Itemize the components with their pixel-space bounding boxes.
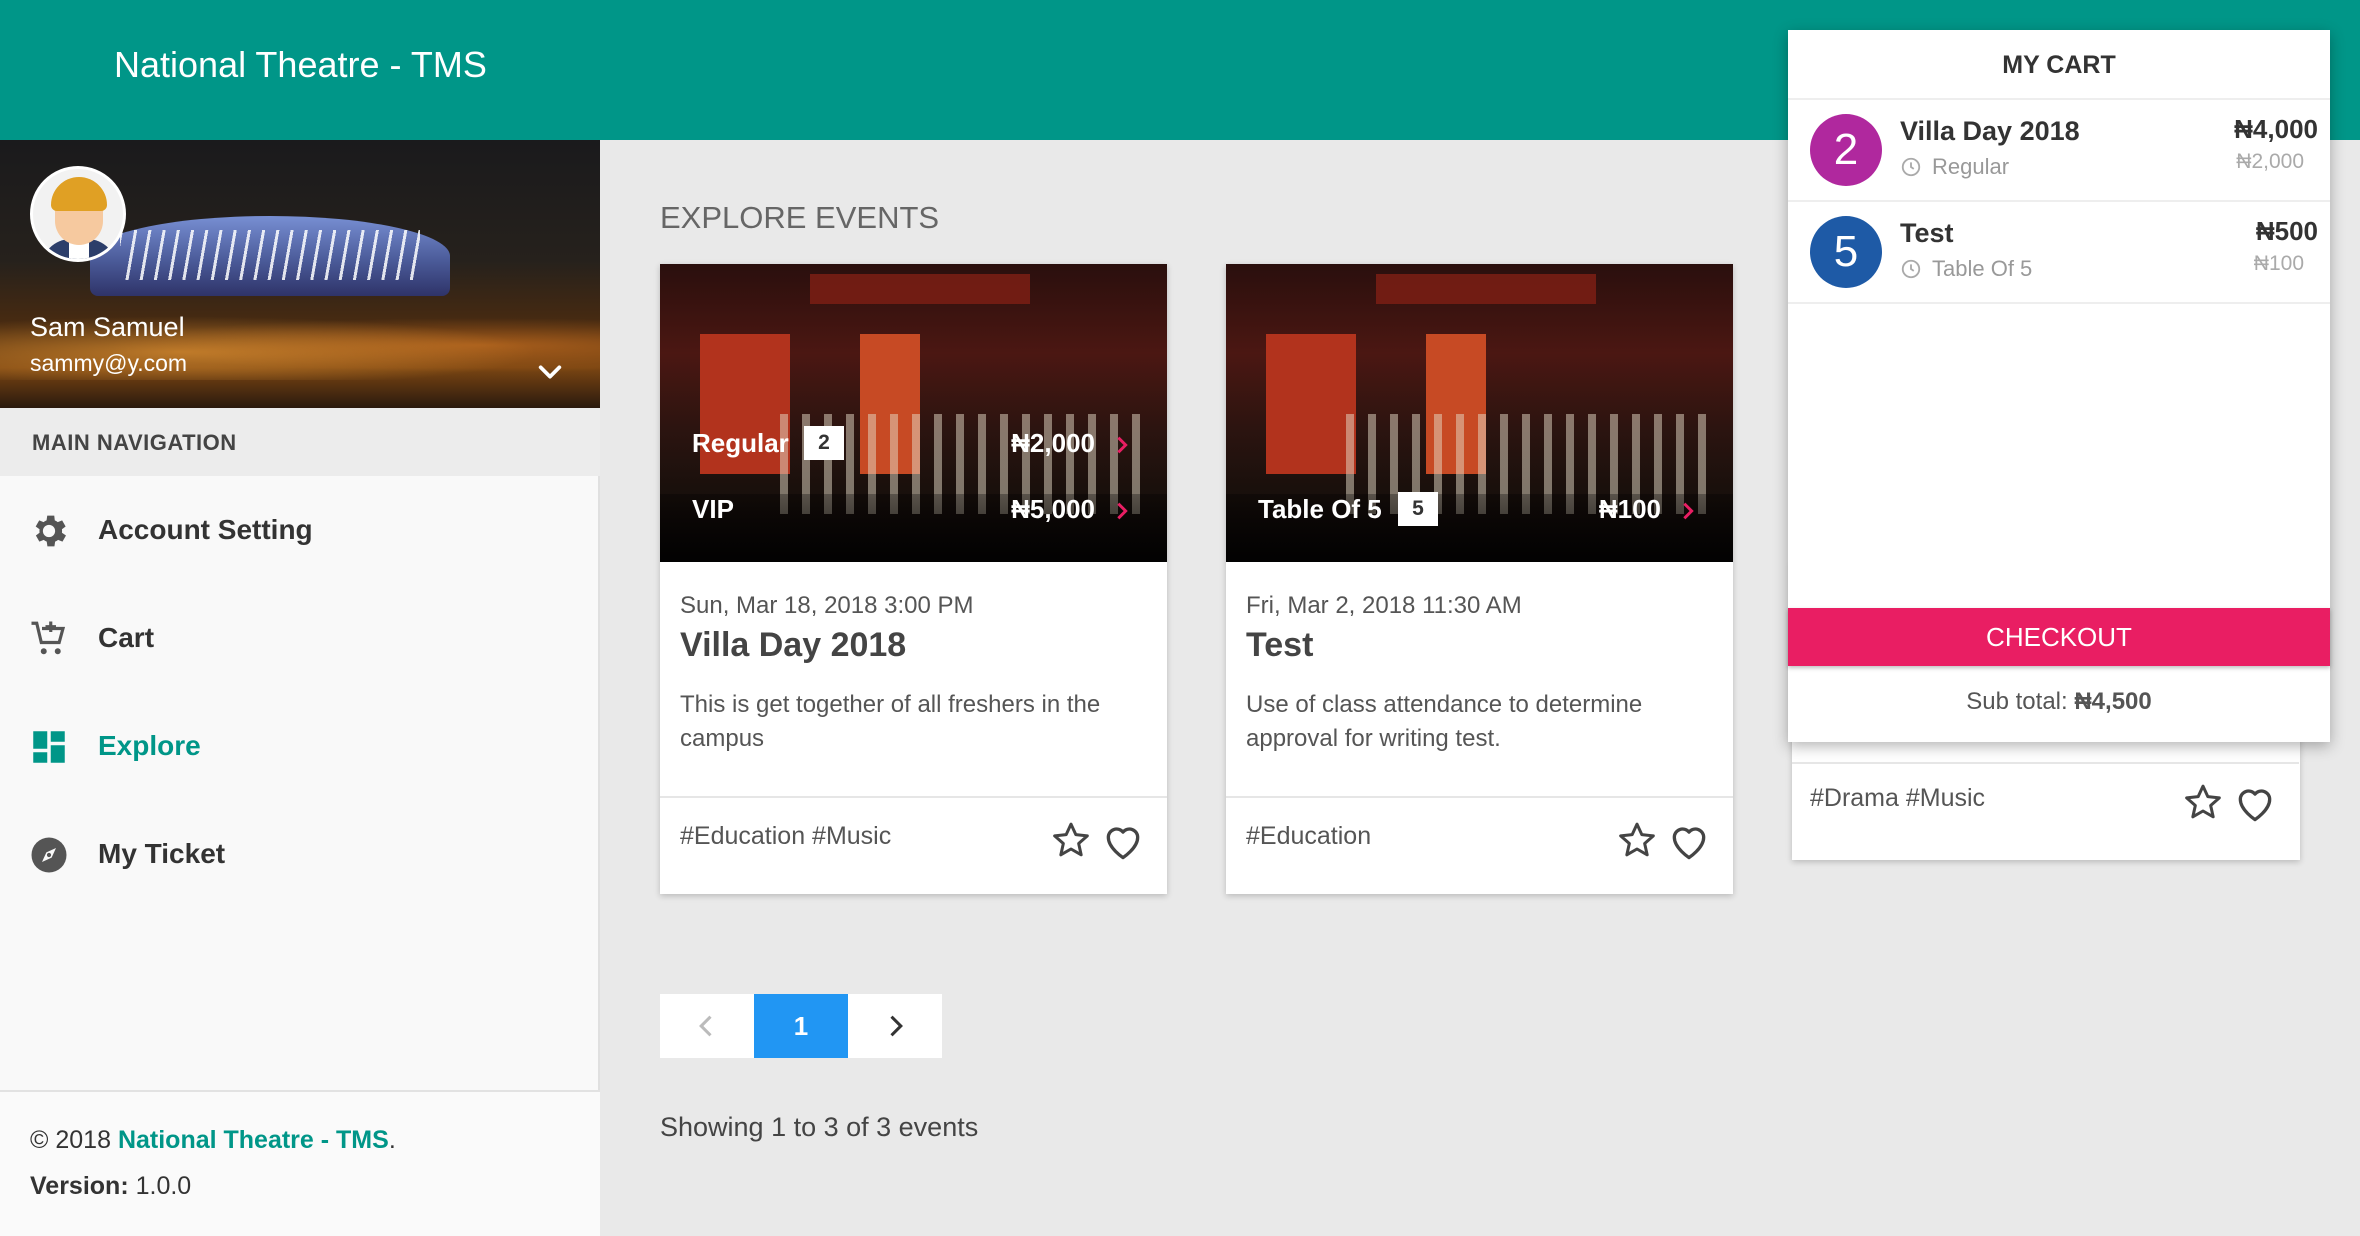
ticket-option[interactable]: Regular 2 ₦2,000 [660, 424, 1167, 464]
star-icon[interactable] [1051, 820, 1091, 860]
ticket-quantity-badge: 5 [1398, 492, 1438, 526]
star-icon[interactable] [1617, 820, 1657, 860]
cart-item-ticket-type: Regular [1932, 154, 2010, 179]
event-description: This is get together of all freshers in … [680, 691, 1101, 752]
version-info: Version: 1.0.0 [30, 1172, 192, 1200]
ticket-option[interactable]: Table Of 5 5 ₦100 [1226, 490, 1733, 530]
avatar[interactable] [30, 166, 126, 262]
event-card-footer: #Drama #Music [1792, 762, 2299, 860]
page-title: EXPLORE EVENTS [660, 200, 940, 235]
cart-item[interactable]: 5 Test Table Of 5 ₦500 ₦100 [1788, 202, 2330, 304]
sidebar-footer: © 2018 National Theatre - TMS. Version: … [0, 1090, 600, 1236]
cart-dropdown: MY CART 2 Villa Day 2018 Regular ₦4,000 … [1788, 30, 2330, 742]
cart-item-unit-price: ₦2,000 [2236, 150, 2304, 173]
event-card[interactable]: Table Of 5 5 ₦100 Fri, Mar 2, 2018 11:30… [1226, 264, 1733, 894]
user-email: sammy@y.com [30, 350, 188, 376]
compass-icon [31, 837, 67, 873]
sidebar-item-label: Explore [98, 730, 201, 761]
event-tags: #Education #Music [680, 822, 892, 850]
event-title[interactable]: Villa Day 2018 [680, 626, 906, 665]
ticket-name: Regular [692, 428, 789, 458]
pagination: 1 [660, 994, 942, 1058]
ticket-quantity-badge: 2 [804, 426, 844, 460]
ticket-option[interactable]: VIP ₦5,000 [660, 490, 1167, 530]
heart-icon[interactable] [1101, 820, 1145, 864]
cart-item-quantity: 2 [1810, 114, 1882, 186]
ticket-name: VIP [692, 494, 734, 524]
ticket-price: ₦5,000 [1011, 494, 1095, 524]
user-panel: Sam Samuel sammy@y.com [0, 140, 600, 408]
ticket-price: ₦100 [1598, 494, 1661, 524]
sidebar-item-label: Cart [98, 622, 155, 653]
cart-item-unit-price: ₦100 [2253, 252, 2304, 275]
cart-title: MY CART [1788, 30, 2330, 100]
chevron-right-icon[interactable] [1111, 500, 1133, 522]
event-description: Use of class attendance to determine app… [1246, 691, 1643, 752]
cart-item-quantity: 5 [1810, 216, 1882, 288]
event-card-footer: #Education #Music [660, 796, 1167, 894]
sidebar-item-explore[interactable]: Explore [0, 692, 600, 800]
dashboard-icon [33, 731, 65, 763]
sidebar-item-label: My Ticket [98, 838, 226, 869]
cart-item-ticket-type: Table Of 5 [1932, 256, 2033, 281]
checkout-button[interactable]: CHECKOUT [1788, 608, 2330, 666]
ticket-name: Table Of 5 [1258, 494, 1382, 524]
sidebar-item-my-ticket[interactable]: My Ticket [0, 800, 600, 908]
chevron-right-icon[interactable] [1677, 500, 1699, 522]
ticket-price: ₦2,000 [1011, 428, 1095, 458]
heart-icon[interactable] [1667, 820, 1711, 864]
cart-subtotal: Sub total: ₦4,500 [1966, 688, 2152, 715]
pagination-next-button[interactable] [848, 994, 942, 1058]
cart-item-name: Villa Day 2018 [1900, 116, 2080, 146]
chevron-right-icon [890, 1015, 903, 1037]
clock-icon [1901, 259, 1921, 279]
brand-link[interactable]: National Theatre - TMS [118, 1126, 389, 1154]
main-navigation-header: MAIN NAVIGATION [0, 408, 600, 476]
event-tags: #Drama #Music [1810, 784, 1986, 812]
event-date: Sun, Mar 18, 2018 3:00 PM [680, 592, 974, 619]
event-image: Regular 2 ₦2,000 VIP ₦5,000 [660, 264, 1167, 562]
cart-item[interactable]: 2 Villa Day 2018 Regular ₦4,000 ₦2,000 [1788, 100, 2330, 202]
chevron-down-icon[interactable] [536, 358, 564, 386]
cart-item-total: ₦4,000 [2234, 114, 2318, 144]
star-icon[interactable] [2183, 782, 2223, 822]
sidebar: Sam Samuel sammy@y.com MAIN NAVIGATION A… [0, 140, 600, 1236]
gear-icon [35, 515, 66, 547]
pagination-page-button[interactable]: 1 [754, 994, 848, 1058]
sidebar-item-cart[interactable]: Cart [0, 584, 600, 692]
cart-item-name: Test [1900, 218, 1954, 248]
add-cart-icon [31, 621, 66, 655]
event-tags: #Education [1246, 822, 1372, 850]
user-name: Sam Samuel [30, 312, 185, 342]
heart-icon[interactable] [2233, 782, 2277, 826]
pagination-prev-button[interactable] [660, 994, 754, 1058]
event-card-footer: #Education [1226, 796, 1733, 894]
cart-item-total: ₦500 [2255, 216, 2318, 246]
chevron-left-icon [699, 1015, 712, 1037]
copyright: © 2018 National Theatre - TMS. [30, 1126, 396, 1154]
event-date: Fri, Mar 2, 2018 11:30 AM [1246, 592, 1522, 619]
app-title[interactable]: National Theatre - TMS [114, 44, 487, 86]
event-title[interactable]: Test [1246, 626, 1313, 665]
clock-icon [1901, 157, 1921, 177]
event-card[interactable]: Regular 2 ₦2,000 VIP ₦5,000 Sun, Mar 18,… [660, 264, 1167, 894]
sidebar-item-label: Account Setting [98, 514, 313, 545]
results-summary: Showing 1 to 3 of 3 events [660, 1112, 979, 1142]
event-image: Table Of 5 5 ₦100 [1226, 264, 1733, 562]
sidebar-item-account-setting[interactable]: Account Setting [0, 476, 600, 584]
chevron-right-icon[interactable] [1111, 434, 1133, 456]
